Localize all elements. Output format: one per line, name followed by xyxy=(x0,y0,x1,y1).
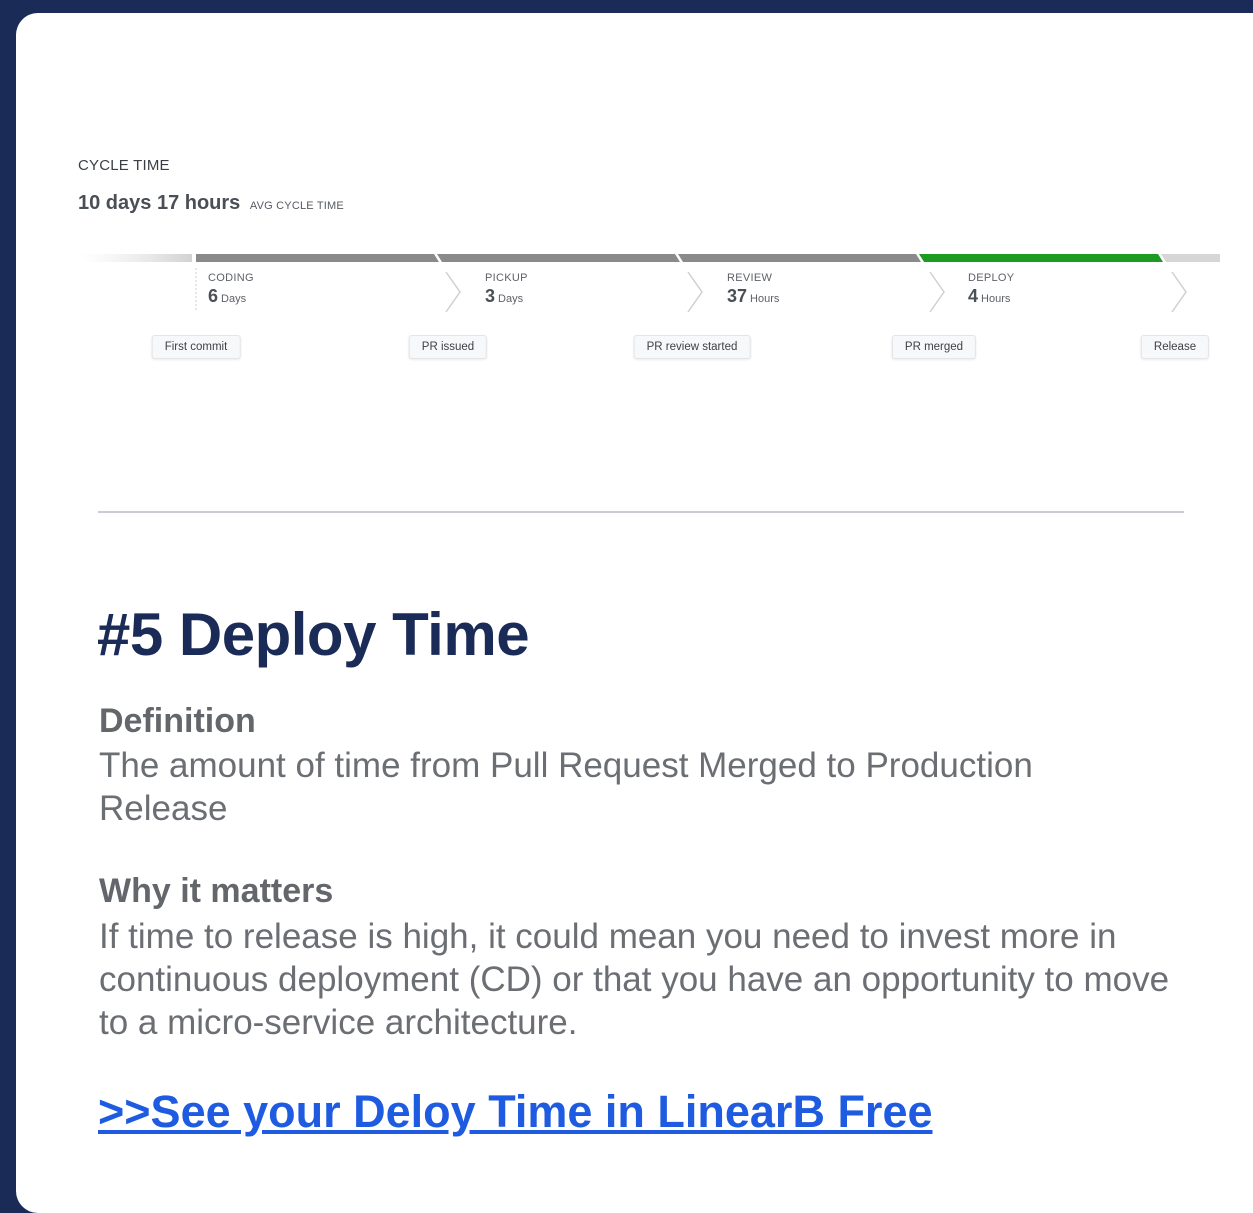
stage-unit: Hours xyxy=(750,293,780,305)
why-it-matters-text: If time to release is high, it could mea… xyxy=(99,917,1170,1042)
timeline-tail-segment xyxy=(1161,254,1220,262)
avg-cycle-time-label: AVG CYCLE TIME xyxy=(249,200,344,212)
page-title: #5 Deploy Time xyxy=(97,601,530,668)
chevron-right-icon xyxy=(687,271,703,313)
stage-value: 6 Days xyxy=(208,286,254,307)
stage-value: 37 Hours xyxy=(727,286,779,307)
stage-label: DEPLOY xyxy=(968,272,1015,284)
stage-number: 37 xyxy=(727,286,748,306)
event-first-commit: First commit xyxy=(151,335,241,359)
stage-number: 3 xyxy=(485,286,496,306)
chevron-right-icon xyxy=(929,271,945,313)
definition-label: Definition xyxy=(99,702,256,740)
why-it-matters-label: Why it matters xyxy=(99,872,334,910)
stage-label: PICKUP xyxy=(485,272,528,284)
cycle-time-timeline: CODING 6 Days PICKUP 3 Days REVIEW 37 Hours… xyxy=(80,250,1220,370)
stage-value: 3 Days xyxy=(485,286,528,307)
chevron-right-icon xyxy=(445,271,461,313)
stage-unit: Days xyxy=(221,293,247,305)
cycle-time-title: CYCLE TIME xyxy=(78,157,170,174)
event-pr-issued: PR issued xyxy=(408,335,488,359)
segment-pickup xyxy=(437,254,680,262)
stage-unit: Days xyxy=(498,293,524,305)
segment-review xyxy=(678,254,921,262)
event-release: Release xyxy=(1140,335,1210,359)
segment-deploy xyxy=(919,254,1163,262)
avg-cycle-time-value: 10 days 17 hours xyxy=(78,192,241,214)
timeline-lead-segment xyxy=(80,254,192,262)
definition-text: The amount of time from Pull Request Mer… xyxy=(99,746,1033,828)
stage-review: REVIEW 37 Hours xyxy=(727,272,779,307)
chevron-right-icon xyxy=(1171,271,1187,313)
section-divider xyxy=(98,511,1184,513)
segment-coding xyxy=(196,254,439,262)
stage-coding: CODING 6 Days xyxy=(208,272,254,307)
cta-link[interactable]: >>See your Deloy Time in LinearB Free xyxy=(98,1086,933,1138)
stage-unit: Hours xyxy=(981,293,1011,305)
event-pr-review-started: PR review started xyxy=(633,335,751,359)
stage-value: 4 Hours xyxy=(968,286,1014,307)
stage-deploy: DEPLOY 4 Hours xyxy=(968,272,1014,307)
stage-pickup: PICKUP 3 Days xyxy=(485,272,528,307)
avg-cycle-time: 10 days 17 hours AVG CYCLE TIME xyxy=(78,192,344,215)
stage-number: 6 xyxy=(208,286,219,306)
stage-label: CODING xyxy=(208,272,254,284)
stage-number: 4 xyxy=(968,286,979,306)
stage-label: REVIEW xyxy=(727,272,773,284)
event-pr-merged: PR merged xyxy=(891,335,977,359)
